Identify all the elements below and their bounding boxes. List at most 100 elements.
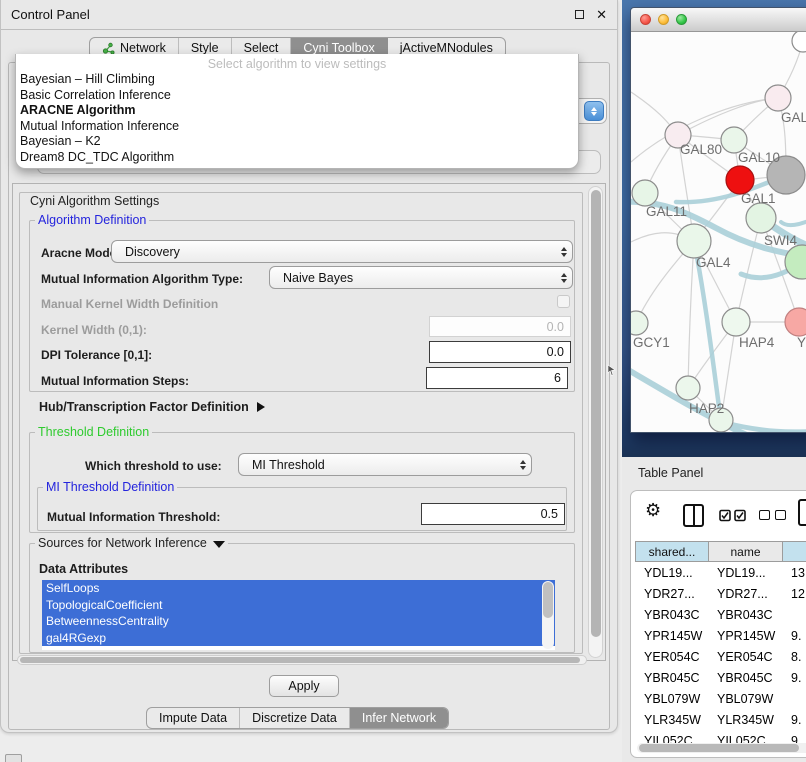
data-attribute-item-selected[interactable]: BetweennessCentrality (42, 613, 555, 630)
node-label: HAP2 (689, 401, 724, 416)
algorithm-option[interactable]: Mutual Information Inference (16, 119, 578, 135)
dpi-tolerance-field[interactable]: 0.0 (429, 341, 571, 363)
table-row[interactable]: YDL19... YDL19... 13 (635, 562, 806, 583)
gear-icon[interactable]: ⚙ (645, 500, 661, 521)
network-window-titlebar[interactable] (631, 8, 806, 32)
tab-infer-network[interactable]: Infer Network (350, 708, 448, 728)
table-row[interactable]: YLR345W YLR345W 9. (635, 709, 806, 730)
table-hscrollbar[interactable] (637, 743, 806, 753)
node (765, 85, 791, 111)
column-header-shared[interactable]: shared... (635, 541, 708, 562)
control-panel-title: Control Panel (11, 7, 575, 22)
tab-impute-data[interactable]: Impute Data (147, 708, 240, 728)
settings-hscrollbar[interactable] (17, 655, 587, 665)
node-label: HAP4 (739, 335, 775, 350)
which-threshold-value: MI Threshold (239, 458, 514, 472)
mi-type-combo[interactable]: Naive Bayes (269, 266, 573, 289)
algorithm-dropdown-popup: Select algorithm to view settings Bayesi… (15, 54, 579, 169)
algorithm-option[interactable]: Bayesian – Hill Climbing (16, 72, 578, 88)
table-row[interactable]: YBR043C YBR043C (635, 604, 806, 625)
tab-cyni-toolbox-label: Cyni Toolbox (303, 41, 374, 55)
zoom-traffic-light[interactable] (676, 14, 687, 25)
which-threshold-combo[interactable]: MI Threshold (238, 453, 532, 476)
cell-name: YBR045C (708, 671, 782, 685)
cyni-bottom-tabbar: Impute Data Discretize Data Infer Networ… (146, 707, 449, 729)
table-row[interactable]: YDR27... YDR27... 12 (635, 583, 806, 604)
table-panel-region: Table Panel ⚙ shared... name A YDL19.. (622, 457, 806, 762)
float-window-icon[interactable] (575, 10, 584, 19)
network-graph: GAL GAL80 GAL10 GAL1 GAL11 SWI4 GAL4 GCY… (631, 32, 806, 433)
cell-shared: YBR045C (635, 671, 708, 685)
node-label: GAL11 (646, 204, 687, 219)
table-panel-title: Table Panel (638, 466, 703, 480)
data-attribute-item-selected[interactable]: TopologicalCoefficient (42, 597, 555, 614)
table-row[interactable]: YBR045C YBR045C 9. (635, 667, 806, 688)
tab-select-label: Select (244, 41, 279, 55)
node-label: GCY1 (633, 335, 670, 350)
data-attribute-item-selected[interactable]: SelfLoops (42, 580, 555, 597)
mouse-cursor (607, 364, 617, 376)
cell-value: 8. (782, 650, 806, 664)
table-row[interactable]: YPR145W YPR145W 9. (635, 625, 806, 646)
hub-definition-label: Hub/Transcription Factor Definition (39, 400, 249, 414)
mi-steps-field[interactable]: 6 (426, 367, 568, 389)
network-canvas[interactable]: GAL GAL80 GAL10 GAL1 GAL11 SWI4 GAL4 GCY… (631, 32, 806, 433)
minimize-traffic-light[interactable] (658, 14, 669, 25)
algorithm-definition-title: Algorithm Definition (35, 213, 149, 227)
close-icon[interactable]: ✕ (596, 7, 607, 23)
settings-scrollbar[interactable] (588, 186, 603, 658)
tab-style-label: Style (191, 41, 219, 55)
cell-shared: YER054C (635, 650, 708, 664)
algorithm-option[interactable]: Dream8 DC_TDC Algorithm (16, 150, 578, 166)
table-row[interactable]: YBL079W YBL079W (635, 688, 806, 709)
table-hscrollbar-thumb[interactable] (639, 744, 799, 752)
manual-kernel-label: Manual Kernel Width Definition (41, 297, 218, 311)
algorithm-option[interactable]: Bayesian – K2 (16, 134, 578, 150)
tab-impute-data-label: Impute Data (159, 711, 227, 725)
apply-button[interactable]: Apply (269, 675, 339, 697)
node-label: GAL4 (696, 255, 731, 270)
cell-name: YDL19... (708, 566, 782, 580)
unchecked-icon[interactable] (759, 510, 770, 520)
table-row[interactable]: YER054C YER054C 8. (635, 646, 806, 667)
columns-icon[interactable] (683, 504, 704, 527)
kernel-width-field[interactable]: 0.0 (429, 316, 571, 337)
column-header-name[interactable]: name (708, 541, 782, 562)
data-attribute-item-selected[interactable]: gal4RGexp (42, 630, 555, 647)
network-desktop: GAL GAL80 GAL10 GAL1 GAL11 SWI4 GAL4 GCY… (622, 0, 806, 457)
sources-toggle[interactable]: Sources for Network Inference (35, 536, 228, 550)
node-gal4 (677, 224, 711, 258)
node-hap4 (722, 308, 750, 336)
unchecked-icon[interactable] (775, 510, 786, 520)
algorithm-option[interactable]: Basic Correlation Inference (16, 88, 578, 104)
node-gal11 (632, 180, 658, 206)
mi-steps-label: Mutual Information Steps: (41, 374, 189, 388)
close-traffic-light[interactable] (640, 14, 651, 25)
collapse-down-icon (213, 541, 225, 548)
cell-name: YDR27... (708, 587, 782, 601)
tab-discretize-data[interactable]: Discretize Data (240, 708, 350, 728)
settings-hscrollbar-thumb[interactable] (20, 657, 580, 663)
node-label: GAL (781, 110, 806, 125)
minimized-panel-icon[interactable] (5, 754, 22, 762)
column-header-partial[interactable]: A (782, 541, 806, 562)
aracne-mode-combo[interactable]: Discovery (111, 240, 573, 263)
tab-jactivemnodules-label: jActiveMNodules (400, 41, 493, 55)
node-salmon (785, 308, 806, 336)
mi-threshold-field[interactable]: 0.5 (421, 503, 565, 525)
combo-stepper-icon (555, 241, 572, 262)
attributes-list-scrollbar[interactable] (542, 581, 554, 649)
node-label: Y (797, 335, 806, 350)
document-icon[interactable] (798, 499, 806, 526)
tab-discretize-data-label: Discretize Data (252, 711, 337, 725)
settings-scrollbar-thumb[interactable] (591, 190, 601, 637)
mi-threshold-value: 0.5 (541, 507, 558, 521)
hub-definition-toggle[interactable]: Hub/Transcription Factor Definition (39, 400, 265, 414)
algorithm-option[interactable]: ARACNE Algorithm (16, 103, 578, 119)
cell-value: 9. (782, 671, 806, 685)
cell-value: 13 (782, 566, 806, 580)
manual-kernel-checkbox[interactable] (557, 295, 570, 308)
combo-stepper-focused[interactable] (584, 101, 604, 121)
checked-pair-icon[interactable] (719, 509, 747, 522)
attributes-scrollbar-thumb[interactable] (543, 582, 553, 618)
